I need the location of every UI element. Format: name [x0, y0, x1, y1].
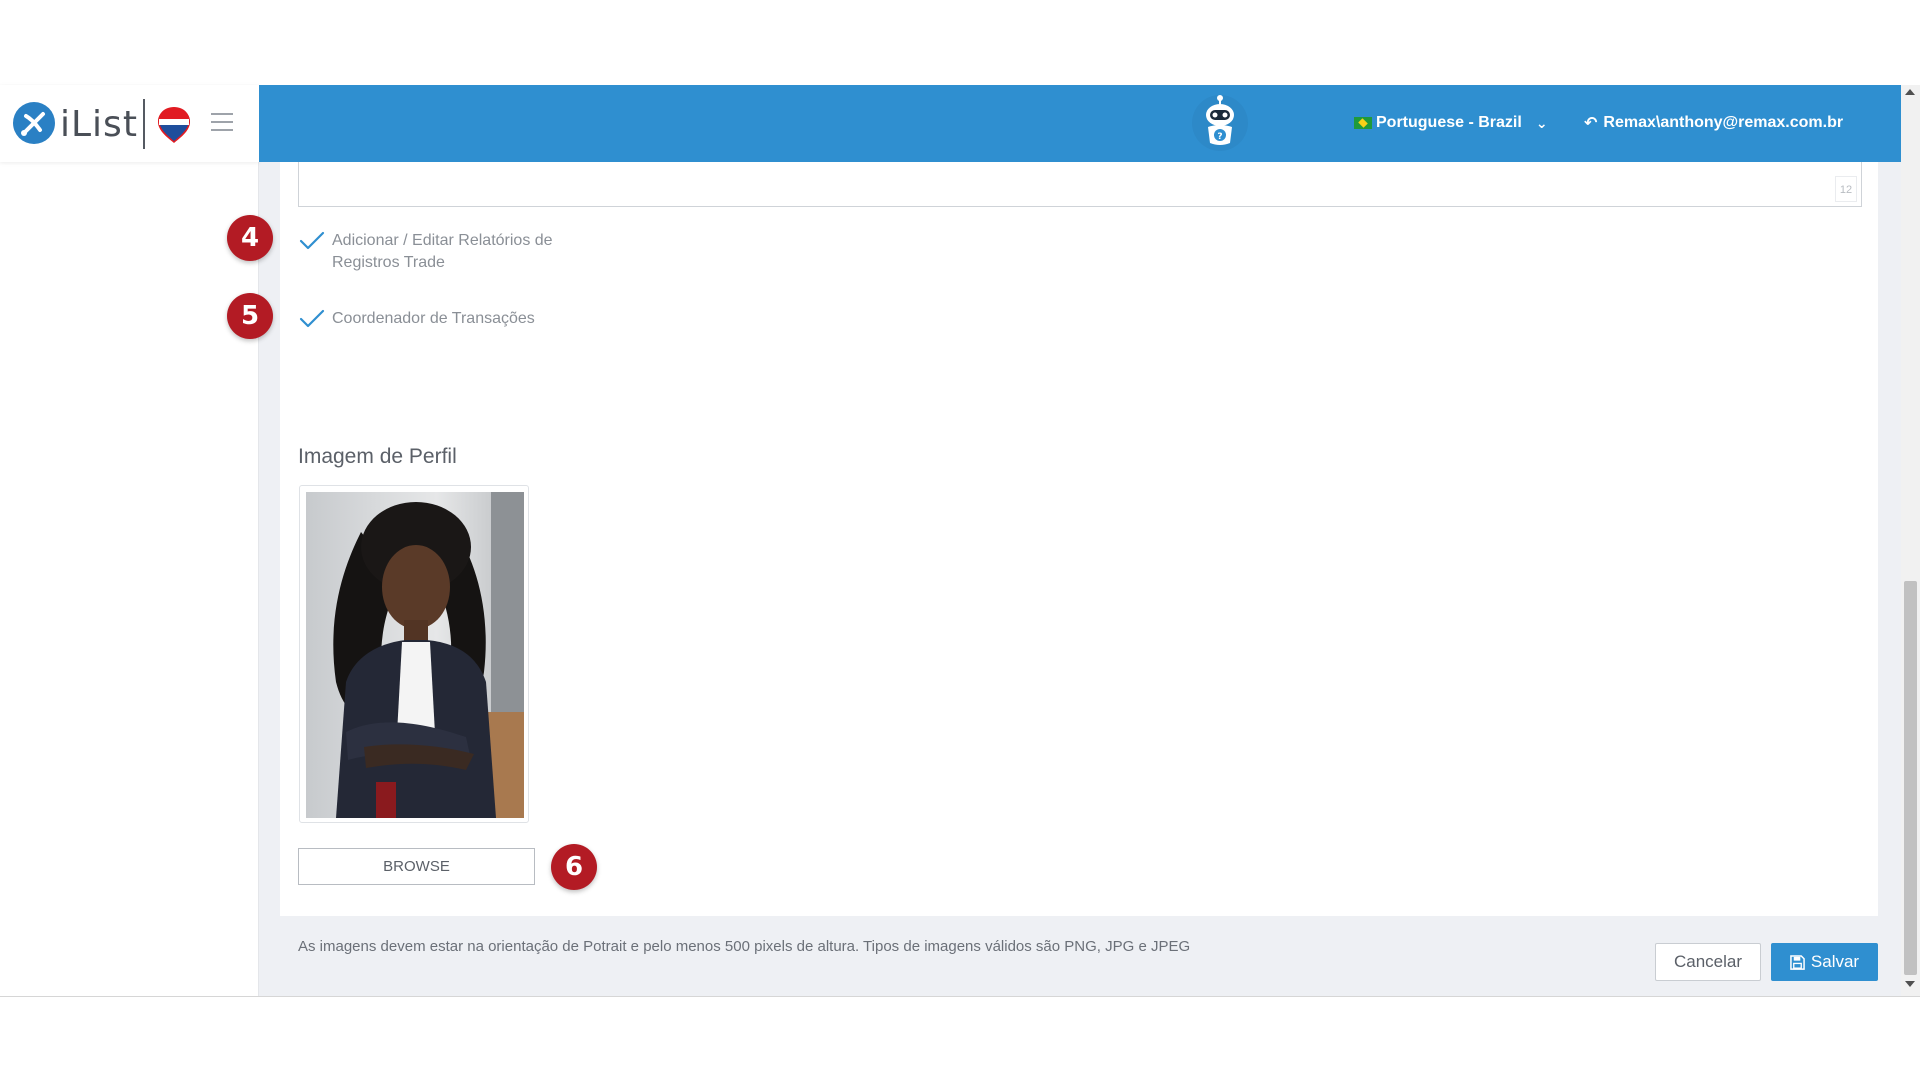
language-label: Portuguese - Brazil [1376, 114, 1522, 131]
robot-assistant-icon[interactable]: ? [1192, 95, 1248, 151]
form-card: 12 4 Adicionar / Editar Relatórios de Re… [227, 162, 1878, 955]
user-label: Remax\anthony@remax.com.br [1603, 114, 1844, 131]
browse-button[interactable]: BROWSE [298, 848, 535, 885]
sidebar: iList [0, 85, 259, 996]
page-scrollbar[interactable] [1901, 85, 1920, 996]
profile-image-title: Imagem de Perfil [298, 445, 457, 468]
character-counter: 12 [1835, 176, 1857, 202]
user-account-menu[interactable]: ↶ Remax\anthony@remax.com.br [1584, 111, 1843, 135]
description-textarea[interactable]: 12 [298, 162, 1862, 207]
hamburger-menu-icon[interactable] [211, 113, 233, 131]
checkmark-icon [299, 309, 325, 328]
brand-header: iList [0, 85, 259, 162]
language-selector[interactable]: Portuguese - Brazil ⌄ [1354, 111, 1548, 135]
app-shell: iList ? Portuguese - Brazil ⌄ ↶ Remax\an… [0, 85, 1920, 996]
save-label: Salvar [1810, 952, 1860, 971]
page-footer-area [0, 996, 1920, 1080]
scroll-down-arrow-icon[interactable] [1905, 981, 1915, 987]
brazil-flag-icon [1354, 117, 1372, 129]
permission-transaction-coordinator[interactable]: Coordenador de Transações [298, 308, 592, 330]
profile-image-preview [299, 485, 529, 823]
floppy-disk-icon [1790, 954, 1805, 970]
permission-trade-reports[interactable]: Adicionar / Editar Relatórios de Registr… [298, 230, 592, 274]
logo-divider [143, 99, 145, 149]
save-button[interactable]: Salvar [1771, 943, 1878, 981]
svg-text:?: ? [1217, 132, 1222, 142]
permission-label: Coordenador de Transações [332, 310, 535, 327]
remax-balloon-icon [156, 105, 192, 145]
profile-photo [306, 492, 524, 818]
step-badge-4: 4 [227, 215, 273, 261]
app-name[interactable]: iList [60, 104, 138, 145]
scroll-thumb[interactable] [1904, 581, 1917, 975]
step-badge-5: 5 [227, 293, 273, 339]
scroll-up-arrow-icon[interactable] [1905, 89, 1915, 95]
chevron-down-icon: ⌄ [1535, 114, 1548, 131]
top-navbar: ? Portuguese - Brazil ⌄ ↶ Remax\anthony@… [259, 85, 1901, 162]
reply-arrow-icon: ↶ [1584, 115, 1598, 132]
checkmark-icon [299, 231, 325, 250]
permission-label: Adicionar / Editar Relatórios de Registr… [332, 232, 553, 271]
cancel-button[interactable]: Cancelar [1655, 943, 1761, 981]
ilist-logo-icon[interactable] [13, 102, 55, 144]
image-requirements-hint: As imagens devem estar na orientação de … [298, 938, 1191, 955]
step-badge-6: 6 [551, 844, 597, 890]
